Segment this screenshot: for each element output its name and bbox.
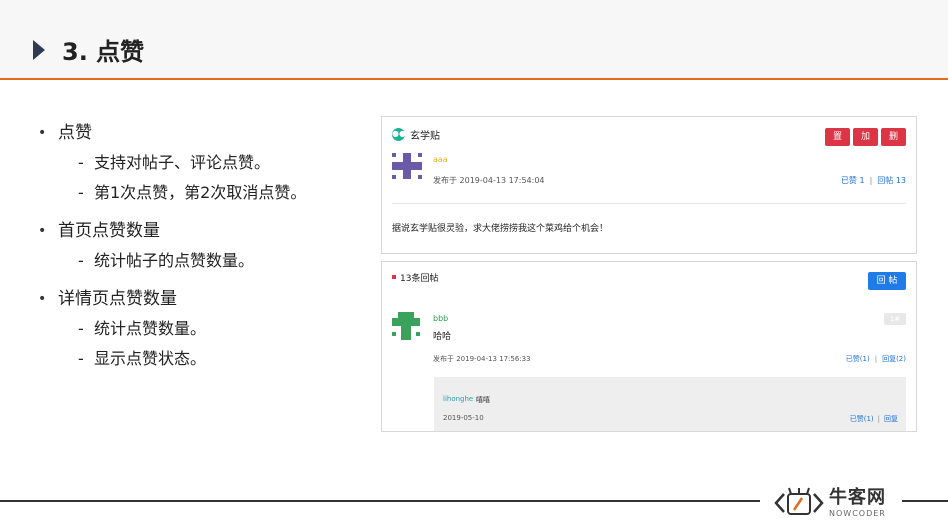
comment-user[interactable]: lihonghe: [443, 395, 473, 403]
post-title: 玄学贴: [410, 131, 440, 142]
divider: |: [869, 176, 873, 185]
logo-text: 牛客网: [829, 487, 886, 508]
reply-link[interactable]: 回帖 13: [877, 176, 906, 185]
comment-stats: 已赞(1) | 回复: [850, 414, 898, 424]
post-detail-panel: ●● 玄学贴 置顶 加精 删除 aaa 发布于 2019-04-13 17:54…: [381, 116, 917, 254]
pin-button[interactable]: 置顶: [825, 128, 850, 160]
sub-bullet-item: 支持对帖子、评论点赞。: [38, 148, 306, 178]
reply-stats: 已赞(1) | 回复(2): [846, 354, 906, 364]
bullet-item: 点赞: [38, 118, 306, 148]
comment-box: lihonghe 嘻嘻 2019-05-10 已赞(1) | 回复: [434, 377, 906, 431]
chat-icon: ●●: [392, 128, 406, 141]
sub-bullet-item: 显示点赞状态。: [38, 344, 306, 374]
reply-content: 哈哈: [433, 332, 452, 342]
reply-link[interactable]: 回复(2): [882, 355, 906, 363]
comment-content: 嘻嘻: [476, 396, 490, 404]
comment-date: 2019-05-10: [443, 414, 484, 422]
reply-link[interactable]: 回复: [884, 415, 898, 423]
replies-panel: 13条回帖 回 帖 bbb 1# 哈哈 发布于 2019-04-13 17:56…: [381, 261, 917, 432]
reply-count: 13条回帖: [400, 274, 439, 284]
floor-badge: 1#: [884, 313, 906, 325]
sub-bullet-item: 第1次点赞，第2次取消点赞。: [38, 178, 306, 208]
divider: |: [874, 355, 878, 363]
post-time: 发布于 2019-04-13 17:54:04: [433, 176, 545, 185]
like-link[interactable]: 已赞(1): [850, 415, 874, 423]
bullet-list: 点赞 支持对帖子、评论点赞。 第1次点赞，第2次取消点赞。 首页点赞数量 统计帖…: [38, 118, 306, 374]
avatar[interactable]: [392, 312, 420, 340]
triangle-icon: [33, 40, 45, 60]
post-author[interactable]: aaa: [433, 155, 448, 164]
bullet-item: 首页点赞数量: [38, 216, 306, 246]
post-content: 据说玄学贴很灵验，求大佬捞捞我这个菜鸡给个机会！: [392, 224, 609, 234]
slide-header: 3. 点赞: [0, 0, 948, 80]
avatar[interactable]: [392, 153, 422, 179]
logo-subtext: NOWCODER: [829, 509, 886, 518]
square-icon: [392, 275, 396, 279]
reply-time: 发布于 2019-04-13 17:56:33: [433, 355, 531, 363]
footer-line: [0, 500, 760, 502]
divider: |: [877, 415, 880, 423]
like-link[interactable]: 已赞 1: [841, 176, 865, 185]
sub-bullet-item: 统计帖子的点赞数量。: [38, 246, 306, 276]
delete-button[interactable]: 删除: [881, 128, 906, 160]
feature-button[interactable]: 加精: [853, 128, 878, 160]
bullet-item: 详情页点赞数量: [38, 284, 306, 314]
nowcoder-logo-icon: [774, 487, 824, 515]
slide-title: 3. 点赞: [62, 38, 145, 66]
like-link[interactable]: 已赞(1): [846, 355, 870, 363]
divider: [392, 203, 906, 204]
post-stats: 已赞 1 | 回帖 13: [841, 175, 906, 186]
sub-bullet-item: 统计点赞数量。: [38, 314, 306, 344]
footer-line: [902, 500, 948, 502]
reply-author[interactable]: bbb: [433, 314, 448, 323]
reply-button[interactable]: 回 帖: [868, 272, 906, 290]
